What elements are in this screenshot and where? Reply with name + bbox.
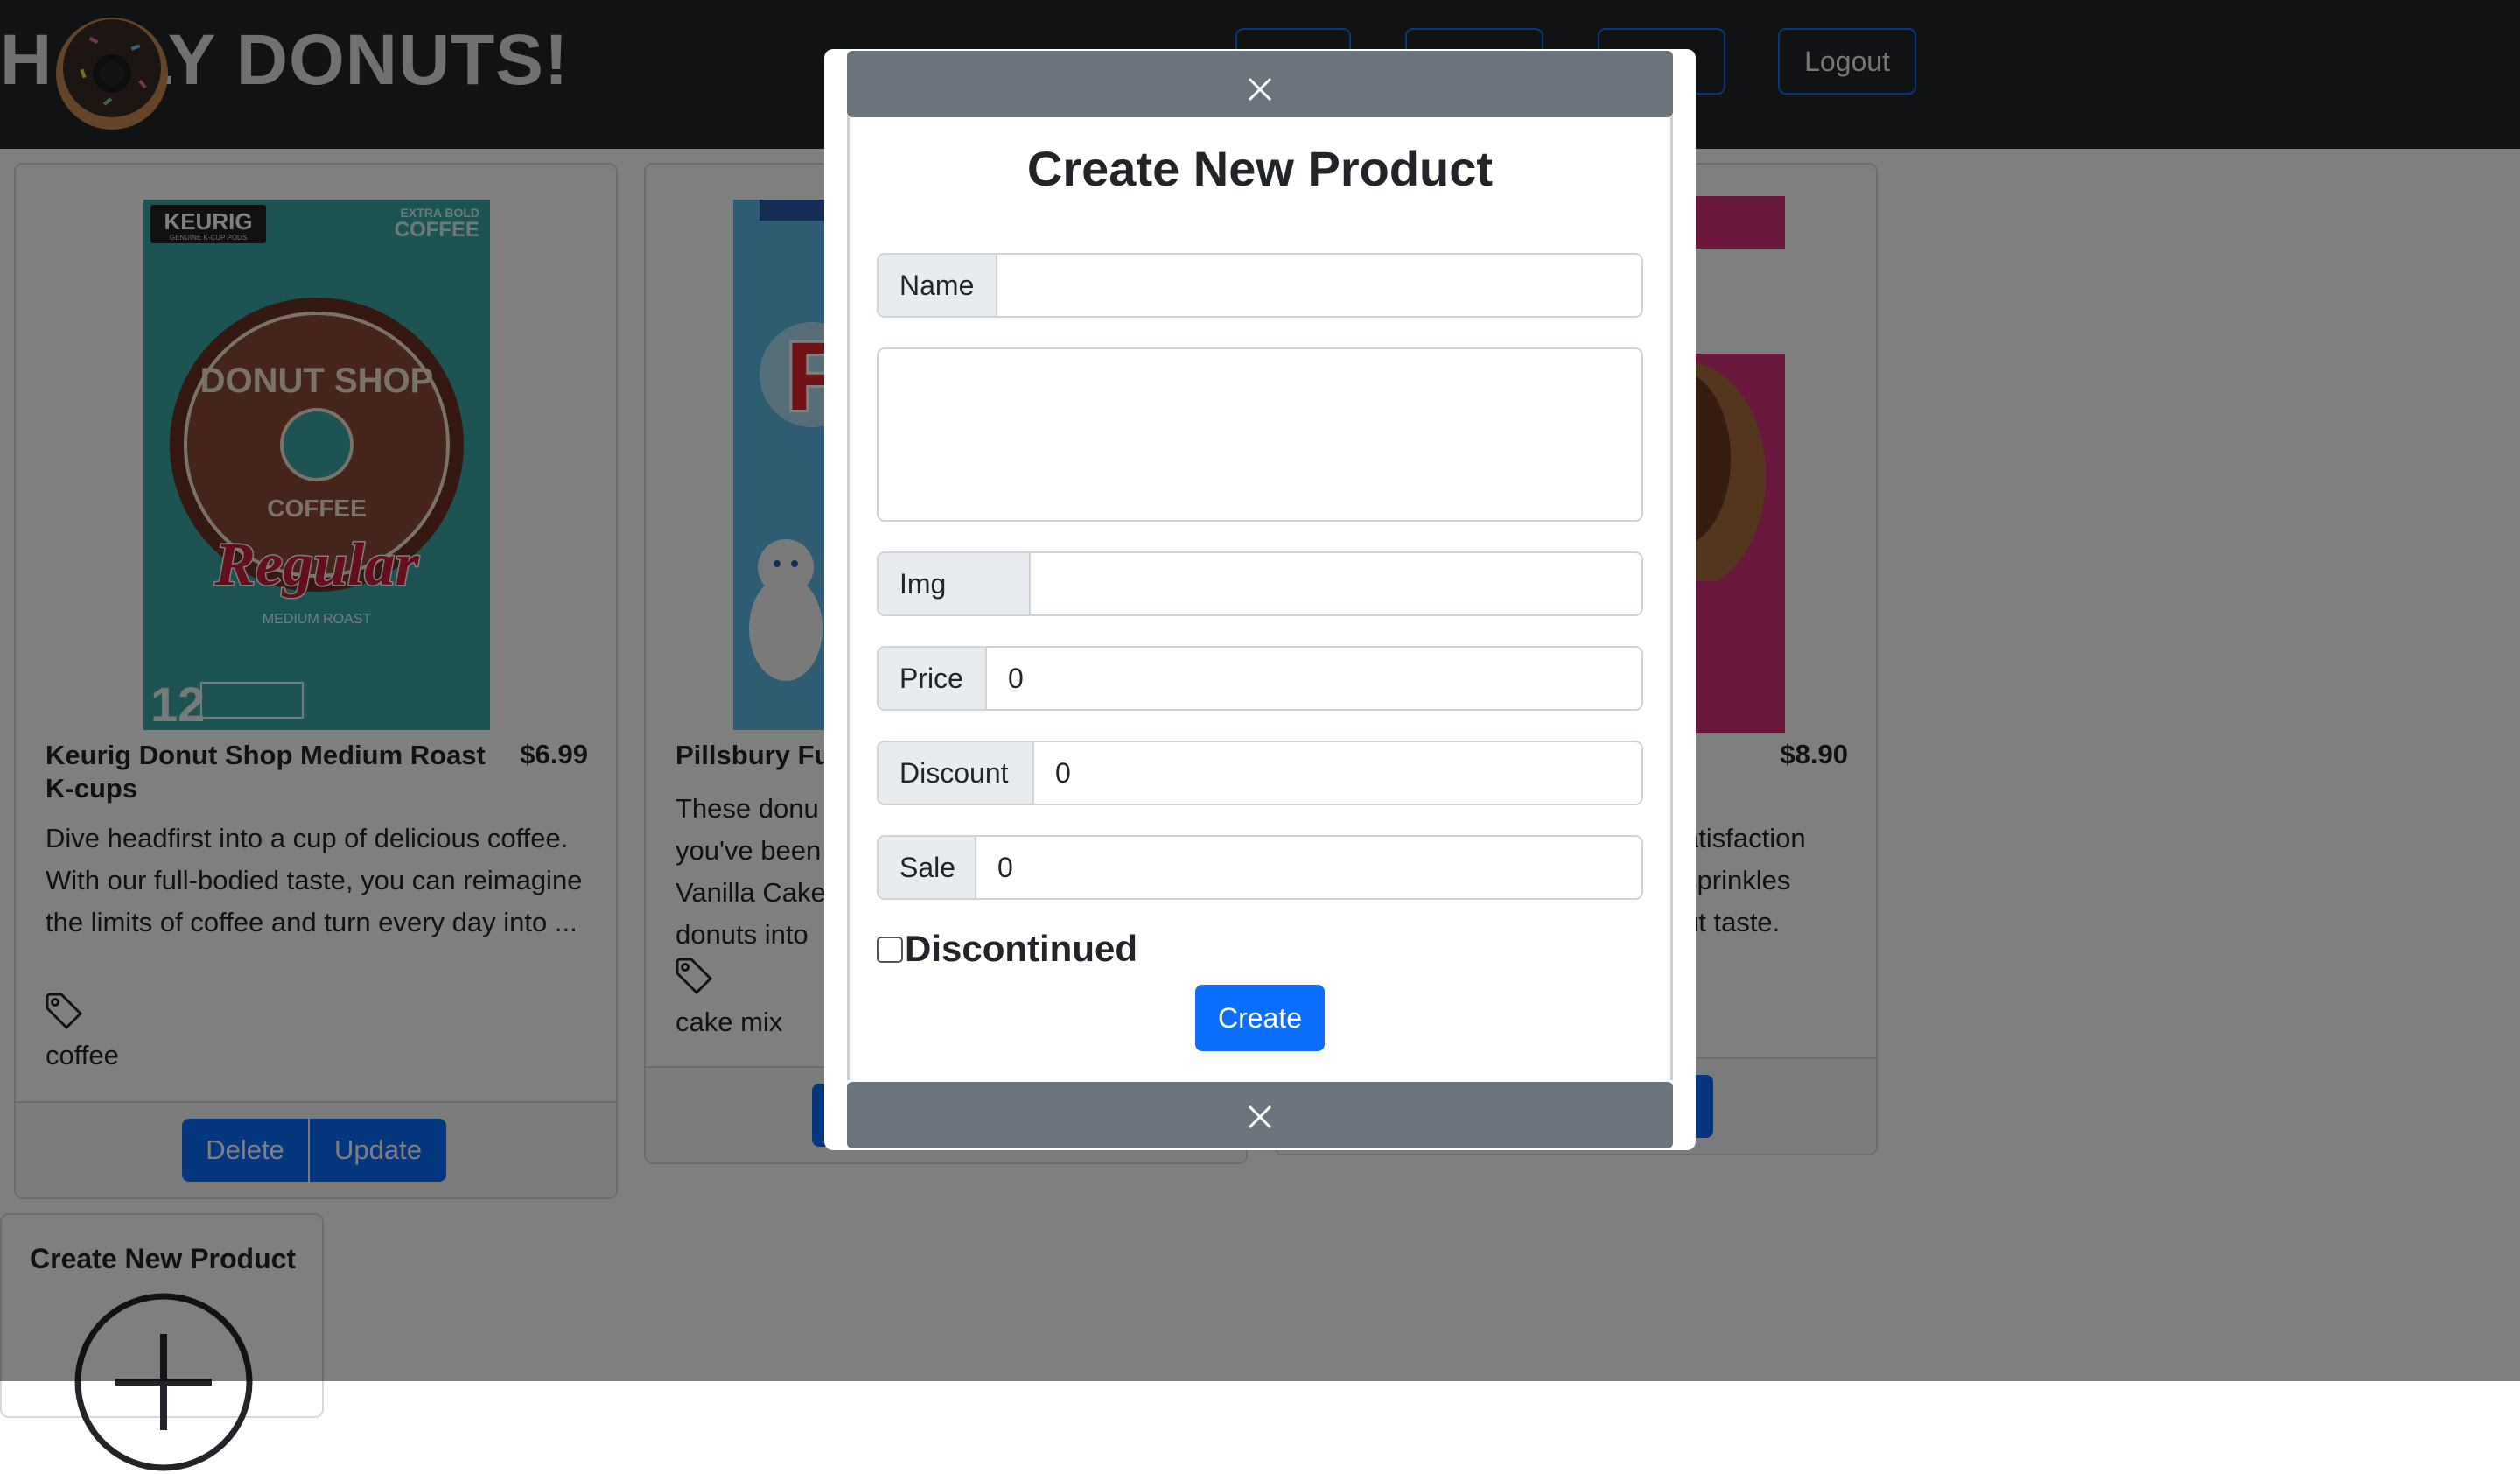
price-input[interactable] xyxy=(987,648,1642,709)
discontinued-label[interactable]: Discontinued xyxy=(905,928,1138,970)
close-icon[interactable] xyxy=(1246,1103,1274,1131)
discount-input-group: Discount xyxy=(877,741,1643,805)
sale-label: Sale xyxy=(878,837,976,898)
description-textarea[interactable] xyxy=(877,347,1643,522)
modal-footer-bar xyxy=(847,1082,1673,1148)
create-button[interactable]: Create xyxy=(1195,985,1325,1051)
img-url-input[interactable] xyxy=(1031,553,1642,614)
img-url-label: Img URL xyxy=(878,553,1031,614)
price-label: Price xyxy=(878,648,987,709)
price-input-group: Price xyxy=(877,646,1643,711)
discount-label: Discount xyxy=(878,742,1034,804)
name-input-group: Name xyxy=(877,253,1643,318)
close-icon[interactable] xyxy=(1246,75,1274,103)
discontinued-checkbox[interactable] xyxy=(877,937,903,963)
modal-header-bar xyxy=(847,51,1673,117)
discount-input[interactable] xyxy=(1034,742,1642,804)
name-input[interactable] xyxy=(998,255,1642,316)
img-url-input-group: Img URL xyxy=(877,551,1643,616)
sale-input-group: Sale xyxy=(877,835,1643,900)
modal-title: Create New Product xyxy=(1026,141,1494,196)
name-label: Name xyxy=(878,255,998,316)
sale-input[interactable] xyxy=(976,837,1642,898)
